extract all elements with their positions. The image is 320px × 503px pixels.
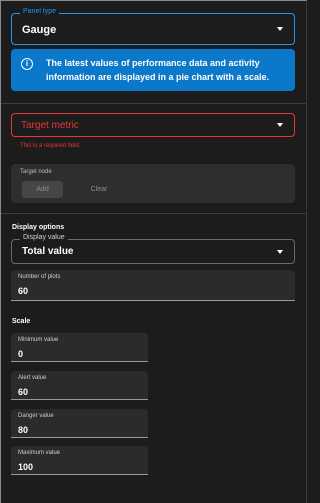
minimum-value-label: Minimum value	[18, 337, 59, 343]
display-value-label: Display value	[20, 234, 68, 241]
display-value-value: Total value	[22, 246, 74, 257]
maximum-value-label: Maximum value	[18, 450, 61, 456]
clear-node-button[interactable]: Clear	[83, 181, 115, 198]
target-metric-select[interactable]: Target metric	[11, 113, 295, 137]
info-text: The latest values of performance data an…	[46, 58, 270, 82]
maximum-value-field[interactable]: Maximum value 100	[11, 446, 148, 475]
panel-type-value: Gauge	[22, 24, 57, 36]
target-metric-error: This is a required field.	[20, 143, 81, 149]
target-node-label: Target node	[20, 169, 52, 175]
display-value-select[interactable]: Display value Total value	[11, 234, 295, 264]
alert-value-label: Alert value	[18, 375, 47, 381]
minimum-value-field[interactable]: Minimum value 0	[11, 333, 148, 362]
section-divider	[1, 213, 306, 214]
number-of-plots-value[interactable]: 60	[18, 286, 28, 296]
info-alert: i The latest values of performance data …	[11, 49, 295, 91]
danger-value-field[interactable]: Danger value 80	[11, 409, 148, 438]
number-of-plots-field[interactable]: Number of plots 60	[11, 270, 295, 301]
minimum-value-input[interactable]: 0	[18, 349, 23, 359]
add-node-button[interactable]: Add	[22, 181, 63, 198]
info-icon: i	[21, 58, 33, 70]
target-metric-placeholder: Target metric	[21, 120, 79, 131]
scale-heading: Scale	[12, 318, 31, 325]
maximum-value-input[interactable]: 100	[18, 462, 33, 472]
number-of-plots-label: Number of plots	[18, 274, 61, 280]
alert-value-input[interactable]: 60	[18, 387, 28, 397]
target-node-field: Target node Add Clear	[11, 164, 295, 203]
danger-value-input[interactable]: 80	[18, 425, 28, 435]
chevron-down-icon[interactable]	[277, 27, 283, 31]
display-options-heading: Display options	[12, 224, 65, 231]
section-divider	[1, 103, 306, 104]
panel-type-label: Panel type	[20, 8, 60, 15]
alert-value-field[interactable]: Alert value 60	[11, 371, 148, 400]
danger-value-label: Danger value	[18, 413, 54, 419]
panel-type-select[interactable]: Panel type Gauge	[11, 8, 295, 45]
chevron-down-icon[interactable]	[277, 249, 283, 254]
chevron-down-icon[interactable]	[277, 123, 283, 127]
